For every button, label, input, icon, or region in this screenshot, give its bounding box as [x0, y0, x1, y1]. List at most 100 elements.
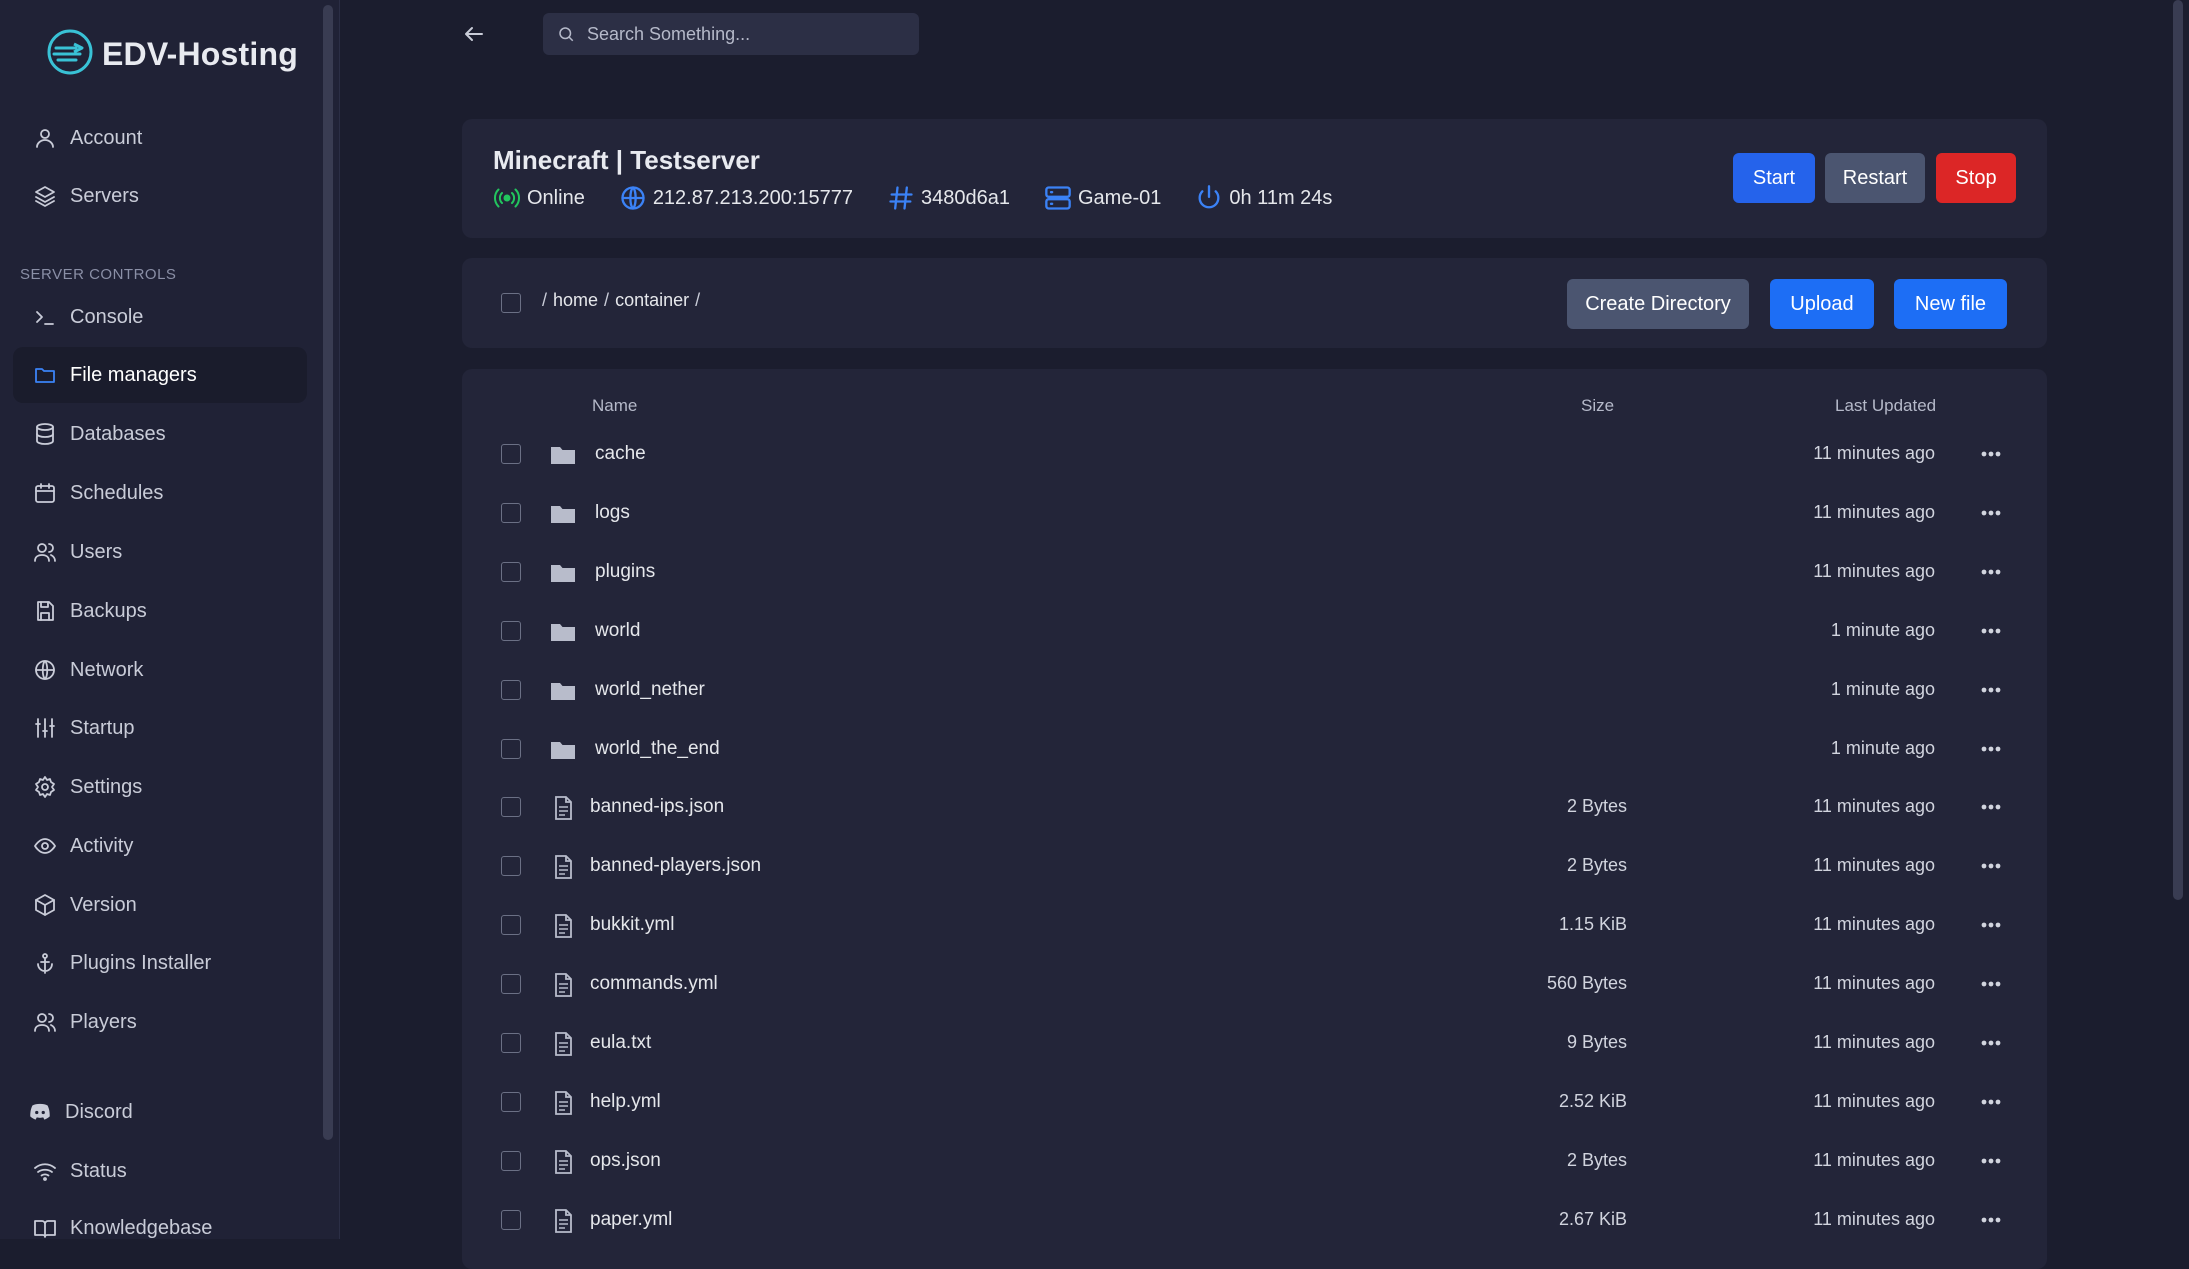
sidebar-item-schedules[interactable]: Schedules [13, 465, 307, 521]
row-checkbox[interactable] [501, 1033, 521, 1053]
file-name[interactable]: world_nether [595, 679, 705, 701]
file-name[interactable]: world [595, 620, 640, 642]
new-file-button[interactable]: New file [1894, 279, 2007, 329]
file-name[interactable]: world_the_end [595, 738, 720, 760]
table-row[interactable]: banned-players.json 2 Bytes 11 minutes ago [462, 838, 2047, 897]
more-options-icon[interactable] [1977, 1088, 2005, 1116]
eye-icon [32, 833, 58, 859]
more-options-icon[interactable] [1977, 793, 2005, 821]
row-checkbox[interactable] [501, 797, 521, 818]
more-options-icon[interactable] [1977, 558, 2005, 586]
column-header-name[interactable]: Name [592, 396, 637, 416]
table-row[interactable]: eula.txt 9 Bytes 11 minutes ago [462, 1015, 2047, 1074]
file-name[interactable]: banned-ips.json [590, 796, 724, 818]
table-row[interactable]: plugins 11 minutes ago [462, 544, 2047, 603]
sidebar-item-status[interactable]: Status [13, 1143, 307, 1199]
sidebar-item-startup[interactable]: Startup [13, 700, 307, 756]
table-row[interactable]: banned-ips.json 2 Bytes 11 minutes ago [462, 779, 2047, 838]
users-icon [32, 539, 58, 565]
file-name[interactable]: commands.yml [590, 973, 718, 995]
breadcrumb-home[interactable]: home [553, 290, 598, 311]
table-row[interactable]: paper.yml 2.67 KiB 11 minutes ago [462, 1192, 2047, 1251]
row-checkbox[interactable] [501, 620, 521, 641]
row-checkbox[interactable] [501, 915, 521, 936]
column-header-updated[interactable]: Last Updated [1835, 396, 1936, 416]
sidebar-item-servers[interactable]: Servers [13, 168, 307, 224]
sidebar-item-plugins-installer[interactable]: Plugins Installer [13, 935, 307, 991]
sidebar-scrollbar[interactable] [323, 5, 333, 1140]
sidebar-item-users[interactable]: Users [13, 524, 307, 580]
more-options-icon[interactable] [1977, 440, 2005, 468]
more-options-icon[interactable] [1977, 735, 2005, 763]
start-button[interactable]: Start [1733, 153, 1815, 203]
sidebar-item-backups[interactable]: Backups [13, 583, 307, 639]
server-address[interactable]: 212.87.213.200:15777 [619, 184, 853, 212]
more-options-icon[interactable] [1977, 499, 2005, 527]
sidebar-item-databases[interactable]: Databases [13, 406, 307, 462]
file-name[interactable]: eula.txt [590, 1032, 651, 1054]
sidebar-item-file-managers[interactable]: File managers [13, 347, 307, 403]
more-options-icon[interactable] [1977, 1029, 2005, 1057]
gear-icon [32, 774, 58, 800]
sidebar-item-players[interactable]: Players [13, 994, 307, 1050]
breadcrumb-root[interactable]: / [542, 290, 547, 311]
select-all-checkbox[interactable] [501, 293, 521, 313]
restart-button[interactable]: Restart [1825, 153, 1925, 203]
sidebar-item-network[interactable]: Network [13, 642, 307, 698]
breadcrumb-container[interactable]: container [615, 290, 689, 311]
search-bar[interactable] [543, 13, 919, 55]
more-options-icon[interactable] [1977, 676, 2005, 704]
table-row[interactable]: commands.yml 560 Bytes 11 minutes ago [462, 956, 2047, 1015]
more-options-icon[interactable] [1977, 617, 2005, 645]
sidebar-item-version[interactable]: Version [13, 877, 307, 933]
row-checkbox[interactable] [501, 679, 521, 700]
sidebar-item-account[interactable]: Account [13, 110, 307, 166]
file-name[interactable]: cache [595, 443, 646, 465]
table-row[interactable]: logs 11 minutes ago [462, 485, 2047, 544]
row-checkbox[interactable] [501, 502, 521, 523]
more-options-icon[interactable] [1977, 970, 2005, 998]
file-size: 1.15 KiB [1558, 914, 1627, 935]
sidebar-item-discord[interactable]: Discord [13, 1084, 307, 1140]
row-checkbox[interactable] [501, 856, 521, 877]
file-name[interactable]: paper.yml [590, 1209, 672, 1231]
brand-logo[interactable]: EDV-Hosting [46, 28, 298, 81]
sidebar-item-console[interactable]: Console [13, 289, 307, 345]
row-checkbox[interactable] [501, 1209, 521, 1230]
upload-button[interactable]: Upload [1770, 279, 1874, 329]
file-name[interactable]: bukkit.yml [590, 914, 674, 936]
row-checkbox[interactable] [501, 738, 521, 759]
create-directory-button[interactable]: Create Directory [1567, 279, 1749, 329]
page-scrollbar[interactable] [2173, 0, 2183, 900]
file-name[interactable]: logs [595, 502, 630, 524]
table-row[interactable]: bukkit.yml 1.15 KiB 11 minutes ago [462, 897, 2047, 956]
more-options-icon[interactable] [1977, 852, 2005, 880]
search-input[interactable] [585, 22, 905, 46]
table-row[interactable]: help.yml 2.52 KiB 11 minutes ago [462, 1074, 2047, 1133]
more-options-icon[interactable] [1977, 911, 2005, 939]
table-row[interactable]: world_nether 1 minute ago [462, 662, 2047, 721]
table-row[interactable]: cache 11 minutes ago [462, 426, 2047, 485]
more-options-icon[interactable] [1977, 1147, 2005, 1175]
file-name[interactable]: ops.json [590, 1150, 661, 1172]
server-uptime: 0h 11m 24s [1195, 184, 1332, 212]
file-name[interactable]: banned-players.json [590, 855, 761, 877]
sidebar-item-label: Discord [65, 1100, 133, 1123]
row-checkbox[interactable] [501, 974, 521, 995]
table-row[interactable]: world 1 minute ago [462, 603, 2047, 662]
row-checkbox[interactable] [501, 1091, 521, 1112]
back-button[interactable] [458, 18, 490, 50]
row-checkbox[interactable] [501, 561, 521, 582]
sidebar-item-knowledgebase[interactable]: Knowledgebase [13, 1200, 307, 1256]
sidebar-item-settings[interactable]: Settings [13, 759, 307, 815]
file-name[interactable]: help.yml [590, 1091, 661, 1113]
stop-button[interactable]: Stop [1936, 153, 2016, 203]
table-row[interactable]: ops.json 2 Bytes 11 minutes ago [462, 1133, 2047, 1192]
file-name[interactable]: plugins [595, 561, 655, 583]
more-options-icon[interactable] [1977, 1206, 2005, 1234]
row-checkbox[interactable] [501, 444, 521, 464]
row-checkbox[interactable] [501, 1150, 521, 1171]
column-header-size[interactable]: Size [1581, 396, 1614, 416]
table-row[interactable]: world_the_end 1 minute ago [462, 721, 2047, 780]
sidebar-item-activity[interactable]: Activity [13, 818, 307, 874]
